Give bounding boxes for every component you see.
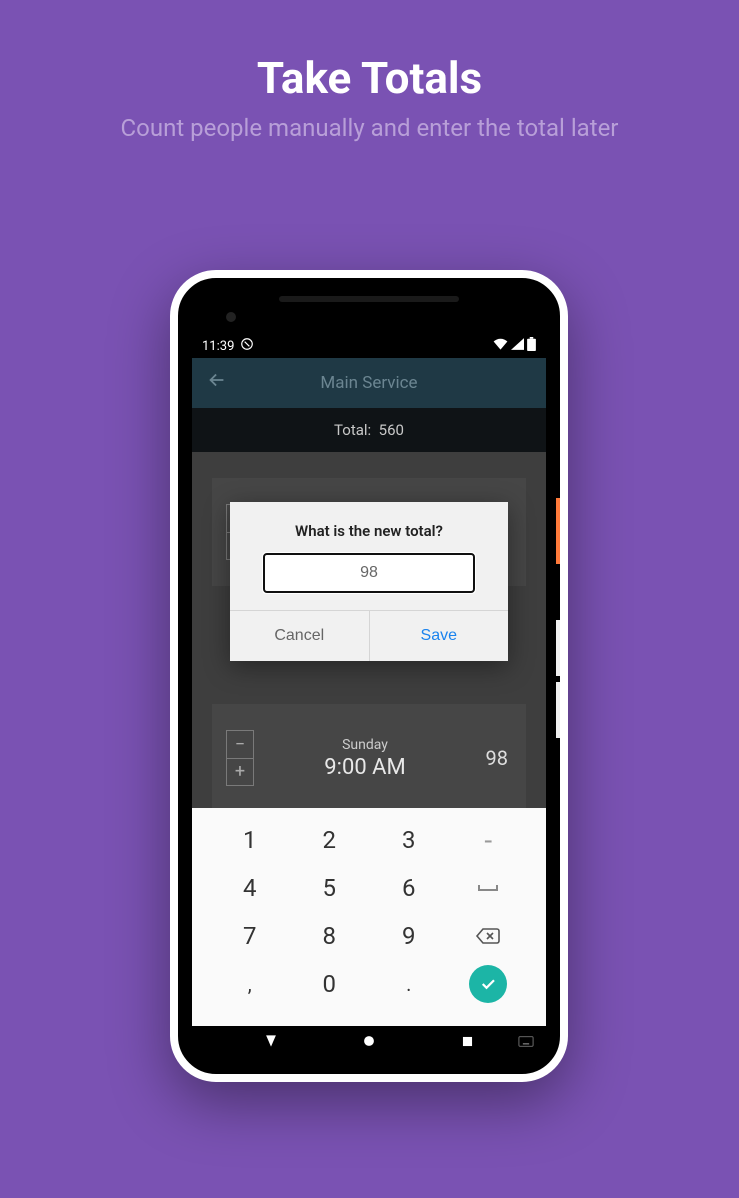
stepper: − + — [226, 730, 254, 786]
key-period[interactable]: . — [369, 960, 449, 1008]
key-7[interactable]: 7 — [210, 912, 290, 960]
total-label: Total: — [334, 421, 371, 439]
card-day: Sunday — [254, 737, 476, 753]
content-area: − + Wednesday − + Sunday 9:00 AM 98 — [192, 452, 546, 817]
nav-home[interactable] — [362, 1034, 376, 1052]
back-button[interactable] — [206, 369, 228, 397]
dialog-title: What is the new total? — [230, 502, 508, 554]
key-dash[interactable]: - — [449, 816, 529, 864]
total-input[interactable] — [264, 554, 474, 592]
cancel-button[interactable]: Cancel — [230, 611, 370, 661]
key-1[interactable]: 1 — [210, 816, 290, 864]
phone-speaker — [279, 296, 459, 302]
key-3[interactable]: 3 — [369, 816, 449, 864]
phone-camera-dot — [226, 312, 236, 322]
phone-frame: 11:39 Main Service — [170, 270, 568, 1082]
key-2[interactable]: 2 — [290, 816, 370, 864]
numeric-keyboard: 1 2 3 - 4 5 6 7 8 9 — [192, 816, 546, 1026]
check-icon — [469, 965, 507, 1003]
save-button[interactable]: Save — [370, 611, 509, 661]
wifi-icon — [493, 338, 508, 354]
key-backspace[interactable] — [449, 912, 529, 960]
key-9[interactable]: 9 — [369, 912, 449, 960]
key-comma[interactable]: , — [210, 960, 290, 1008]
volume-down-button — [556, 682, 562, 738]
key-5[interactable]: 5 — [290, 864, 370, 912]
nav-keyboard-icon[interactable] — [518, 1036, 534, 1051]
battery-icon — [527, 337, 536, 355]
status-bar: 11:39 — [192, 334, 546, 358]
nav-recent[interactable] — [461, 1035, 474, 1052]
key-6[interactable]: 6 — [369, 864, 449, 912]
android-nav-bar — [192, 1026, 546, 1060]
card-count: 98 — [476, 746, 526, 770]
volume-up-button — [556, 620, 562, 676]
key-4[interactable]: 4 — [210, 864, 290, 912]
total-value: 560 — [379, 421, 404, 439]
total-dialog: What is the new total? Cancel Save — [230, 502, 508, 661]
app-header: Main Service — [192, 358, 546, 408]
keyboard-divider — [192, 808, 546, 816]
key-confirm[interactable] — [449, 960, 529, 1008]
signal-icon — [511, 338, 524, 354]
status-time: 11:39 — [202, 339, 234, 354]
power-button — [556, 498, 562, 564]
nav-back[interactable] — [264, 1034, 278, 1052]
header-title: Main Service — [192, 373, 546, 393]
key-space[interactable] — [449, 864, 529, 912]
key-8[interactable]: 8 — [290, 912, 370, 960]
no-sync-icon — [240, 337, 254, 355]
total-bar: Total: 560 — [192, 408, 546, 452]
phone-screen: 11:39 Main Service — [192, 334, 546, 1060]
key-0[interactable]: 0 — [290, 960, 370, 1008]
marketing-title: Take Totals — [0, 52, 739, 104]
card-time: 9:00 AM — [254, 755, 476, 780]
increment-button[interactable]: + — [227, 759, 253, 786]
decrement-button[interactable]: − — [227, 731, 253, 759]
marketing-subtitle: Count people manually and enter the tota… — [0, 114, 739, 142]
service-card-sunday[interactable]: − + Sunday 9:00 AM 98 — [212, 704, 526, 812]
